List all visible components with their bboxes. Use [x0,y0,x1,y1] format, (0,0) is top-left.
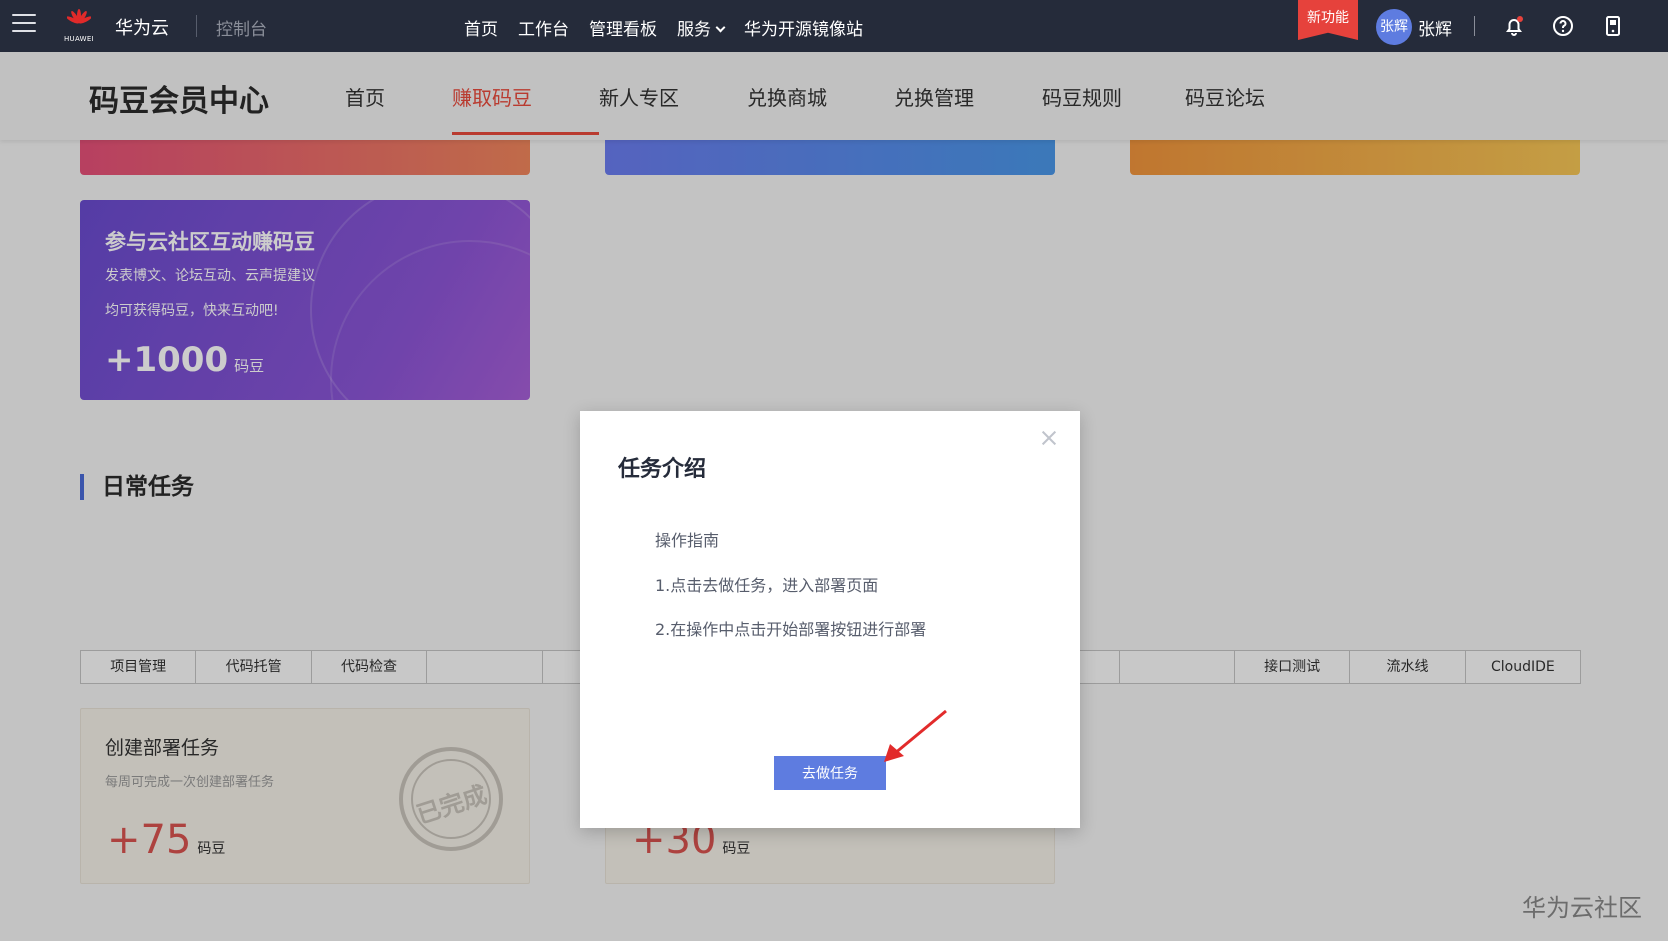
bell-icon[interactable] [1502,14,1526,38]
guide-step-2: 2.在操作中点击开始部署按钮进行部署 [655,620,927,639]
help-icon[interactable] [1551,14,1575,38]
username[interactable]: 张辉 [1418,15,1452,40]
logo-word: HUAWEI [63,35,94,43]
mobile-icon[interactable] [1601,14,1625,38]
close-icon[interactable] [1042,431,1056,445]
watermark: 华为云社区 [1522,894,1642,922]
huawei-logo[interactable]: HUAWEI [60,7,98,45]
do-task-button[interactable]: 去做任务 [774,756,886,790]
new-feature-badge[interactable]: 新功能 [1298,0,1358,40]
topnav-workbench[interactable]: 工作台 [518,15,569,40]
brand-name[interactable]: 华为云 [115,14,169,40]
topnav-services-label: 服务 [677,20,711,40]
divider [196,15,197,37]
guide-heading: 操作指南 [655,531,720,550]
red-arrow-annotation [884,709,947,762]
top-nav: 首页 工作台 管理看板 服务 华为开源镜像站 [464,15,863,40]
guide-step-1: 1.点击去做任务，进入部署页面 [655,576,879,595]
topnav-mirror[interactable]: 华为开源镜像站 [744,15,863,40]
console-link[interactable]: 控制台 [216,15,267,40]
divider [1474,16,1475,36]
topnav-dashboard[interactable]: 管理看板 [589,15,657,40]
topnav-home[interactable]: 首页 [464,15,498,40]
menu-icon[interactable] [12,14,36,34]
dialog-title: 任务介绍 [618,457,707,482]
topnav-services[interactable]: 服务 [677,15,726,40]
huawei-logo-icon [67,9,91,24]
chevron-down-icon [715,22,726,33]
avatar[interactable]: 张辉 [1376,9,1412,45]
task-intro-dialog: 任务介绍 操作指南 1.点击去做任务，进入部署页面 2.在操作中点击开始部署按钮… [580,411,1080,828]
top-navbar: HUAWEI 华为云 控制台 首页 工作台 管理看板 服务 华为开源镜像站 新功… [0,0,1668,52]
